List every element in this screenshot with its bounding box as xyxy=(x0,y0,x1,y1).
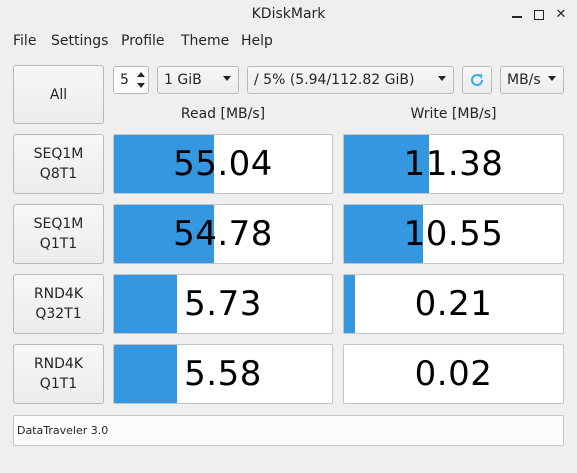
write-result-box: 10.55 xyxy=(343,204,564,264)
read-value: 55.04 xyxy=(173,144,273,184)
test-button[interactable]: RND4K Q1T1 xyxy=(13,344,104,404)
loop-count-spinbox[interactable]: 5 xyxy=(113,66,149,94)
device-status-field: DataTraveler 3.0 xyxy=(13,415,564,446)
write-column-header: Write [MB/s] xyxy=(410,106,497,122)
read-value: 54.78 xyxy=(173,214,273,254)
maximize-icon[interactable] xyxy=(531,7,547,23)
spin-down-icon[interactable] xyxy=(137,83,145,88)
unit-value: MB/s xyxy=(507,72,541,88)
title-bar: KDiskMark ✕ xyxy=(0,0,577,30)
spin-up-icon[interactable] xyxy=(137,72,145,77)
read-result-box: 5.58 xyxy=(113,344,333,404)
menu-theme[interactable]: Theme xyxy=(181,33,229,49)
test-button[interactable]: RND4K Q32T1 xyxy=(13,274,104,334)
read-column-header: Read [MB/s] xyxy=(180,106,266,122)
chevron-down-icon xyxy=(548,76,556,81)
menu-settings[interactable]: Settings xyxy=(51,33,108,49)
write-value: 11.38 xyxy=(403,144,504,184)
write-value: 0.21 xyxy=(414,284,493,324)
read-value: 5.73 xyxy=(184,284,262,324)
refresh-button[interactable] xyxy=(462,66,492,94)
chevron-down-icon xyxy=(438,76,446,81)
read-result-box: 55.04 xyxy=(113,134,333,194)
app-window: KDiskMark ✕ File Settings Profile Theme … xyxy=(0,0,577,473)
read-result-box: 5.73 xyxy=(113,274,333,334)
menu-bar: File Settings Profile Theme Help xyxy=(0,31,577,53)
write-result-box: 11.38 xyxy=(343,134,564,194)
target-select[interactable]: / 5% (5.94/112.82 GiB) xyxy=(247,66,454,94)
file-size-select[interactable]: 1 GiB xyxy=(157,66,239,94)
read-result-box: 54.78 xyxy=(113,204,333,264)
run-all-button[interactable]: All xyxy=(13,65,104,124)
close-icon[interactable]: ✕ xyxy=(553,7,569,23)
window-title: KDiskMark xyxy=(251,6,326,22)
menu-profile[interactable]: Profile xyxy=(121,33,165,49)
write-value: 0.02 xyxy=(414,354,493,394)
write-result-box: 0.21 xyxy=(343,274,564,334)
read-value: 5.58 xyxy=(184,354,262,394)
file-size-value: 1 GiB xyxy=(164,72,202,88)
minimize-icon[interactable] xyxy=(509,7,525,23)
chevron-down-icon xyxy=(223,76,231,81)
loop-count-value: 5 xyxy=(120,72,129,88)
refresh-icon xyxy=(471,74,484,86)
menu-file[interactable]: File xyxy=(13,33,36,49)
write-result-box: 0.02 xyxy=(343,344,564,404)
target-value: / 5% (5.94/112.82 GiB) xyxy=(254,72,415,88)
test-button[interactable]: SEQ1M Q1T1 xyxy=(13,204,104,264)
menu-help[interactable]: Help xyxy=(241,33,273,49)
unit-select[interactable]: MB/s xyxy=(500,66,564,94)
write-value: 10.55 xyxy=(403,214,504,254)
test-button[interactable]: SEQ1M Q8T1 xyxy=(13,134,104,194)
